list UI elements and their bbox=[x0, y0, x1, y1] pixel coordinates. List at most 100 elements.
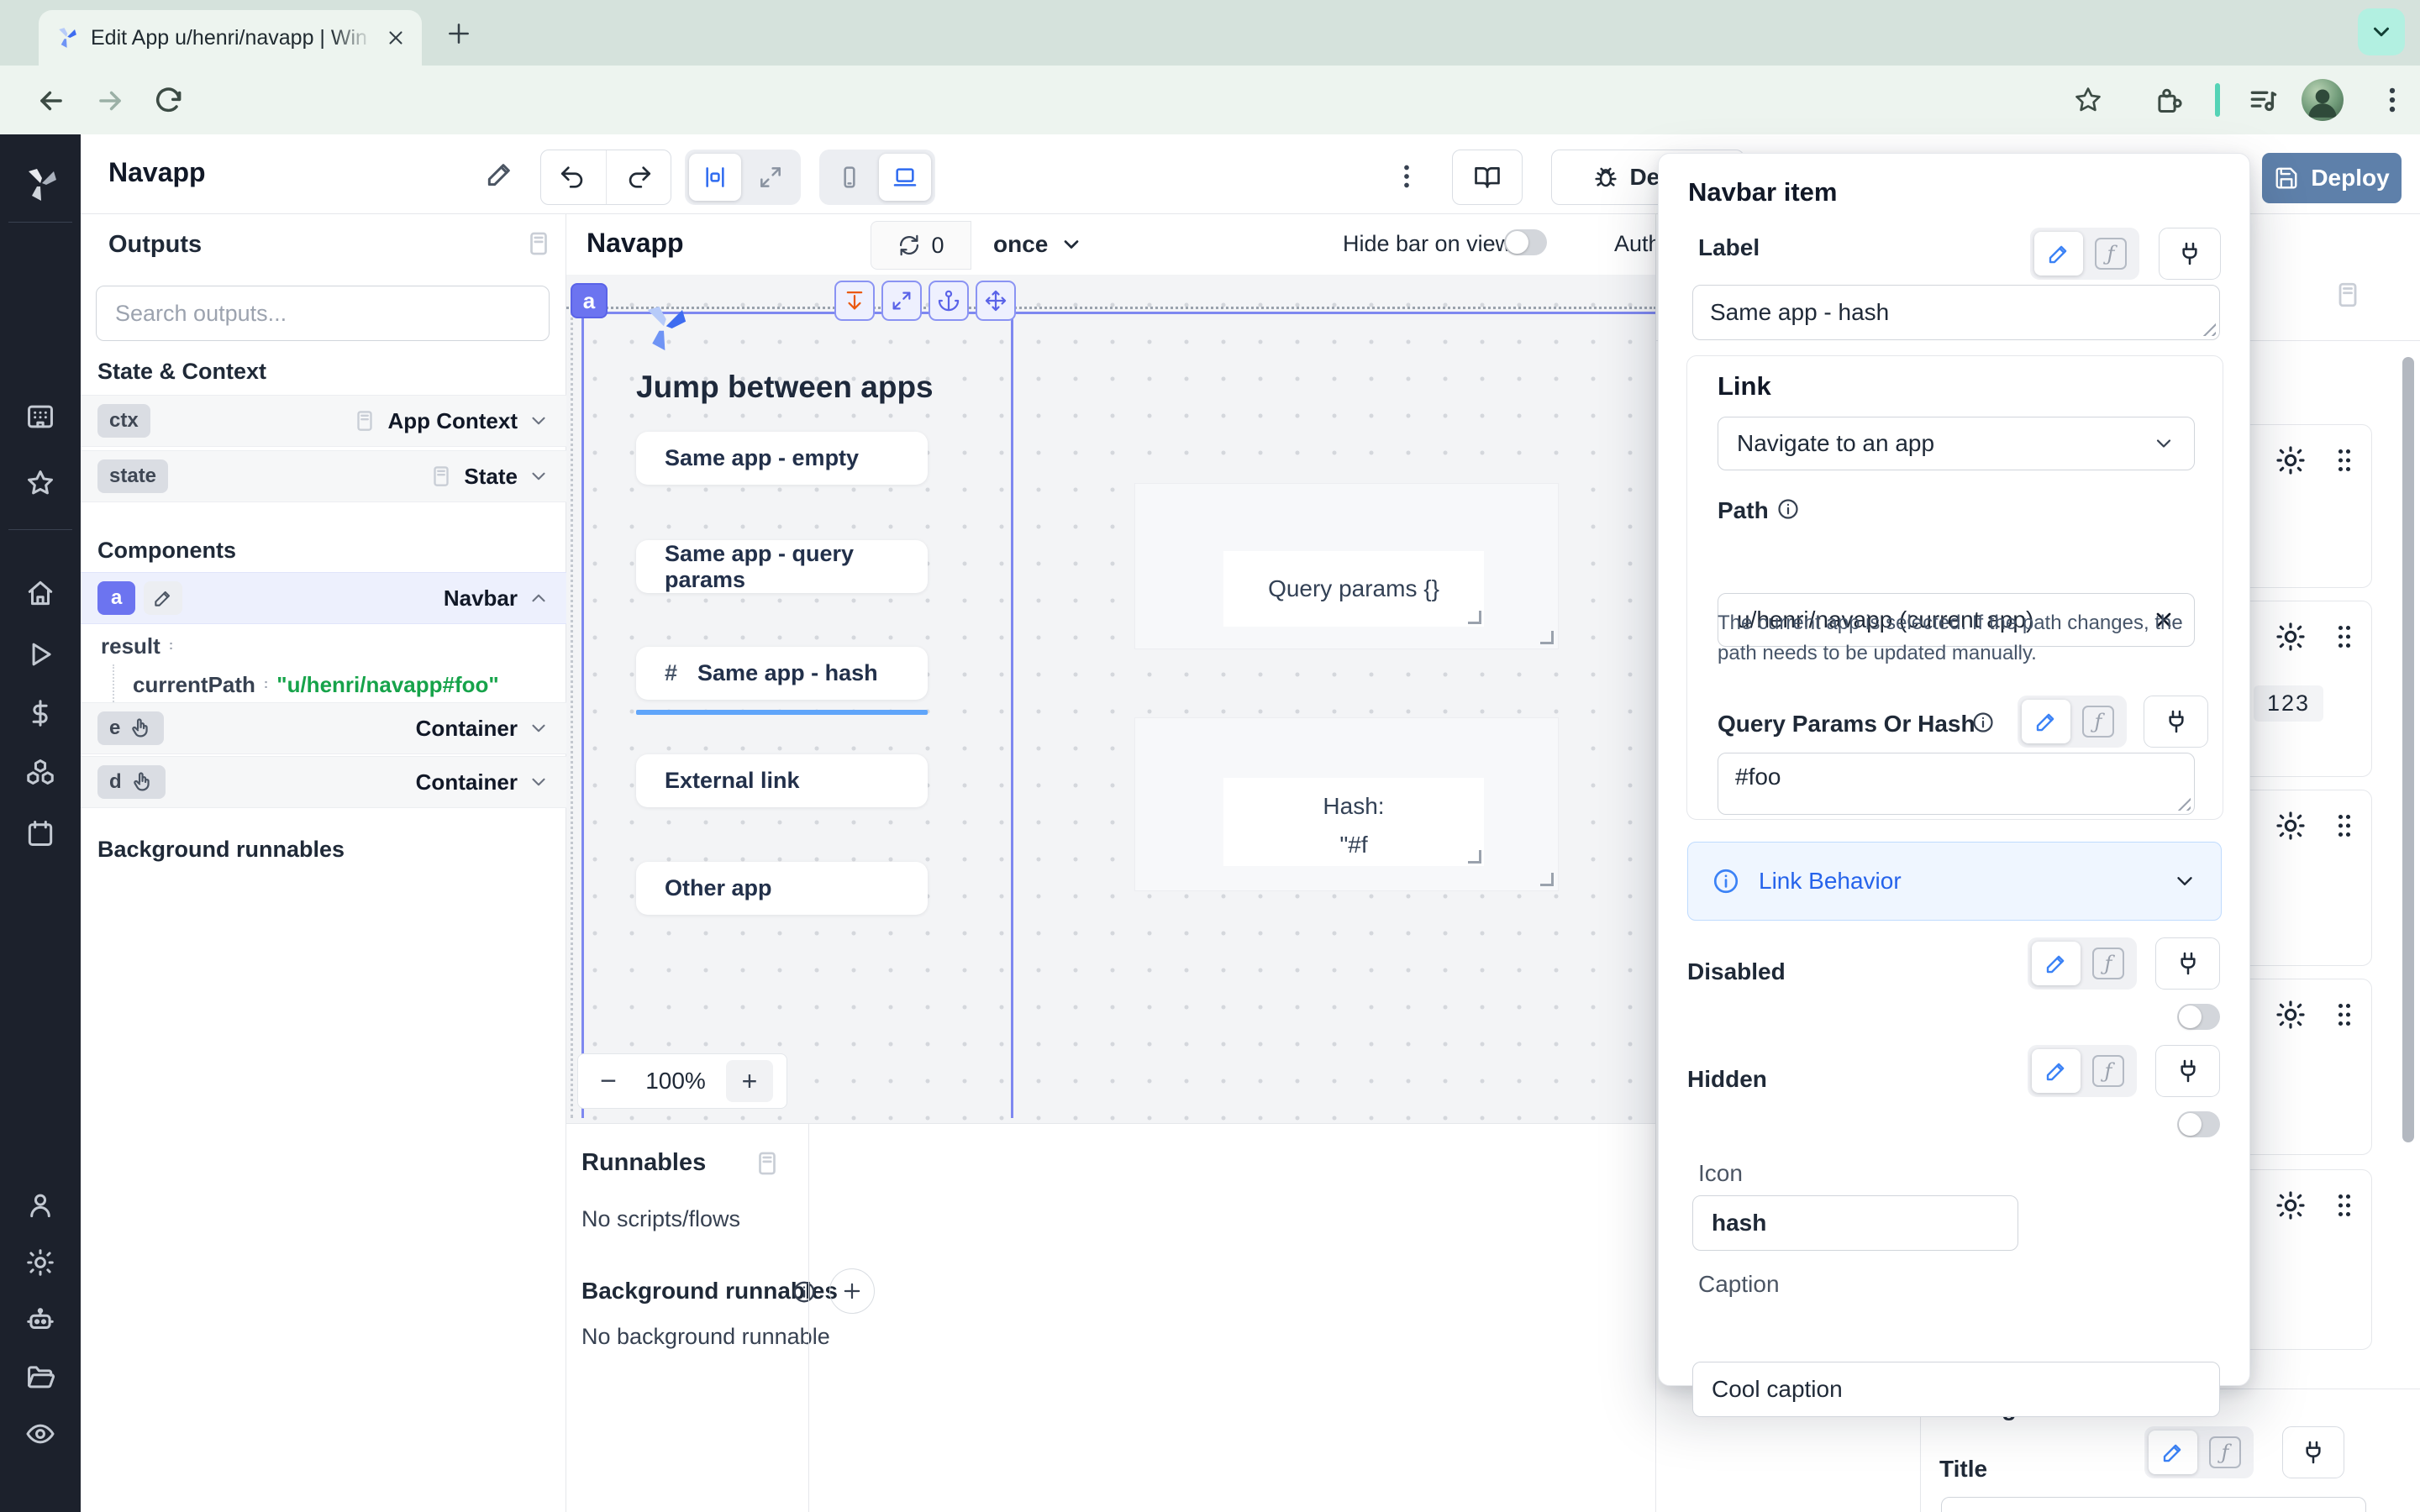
rename-pencil-button[interactable] bbox=[144, 581, 182, 615]
refresh-count-box[interactable]: 0 bbox=[871, 221, 971, 270]
container-e-preview[interactable]: Query params {} bbox=[1134, 483, 1559, 649]
chevron-down-icon[interactable] bbox=[528, 410, 550, 432]
resize-handle[interactable] bbox=[1540, 873, 1554, 886]
query-params-textarea[interactable]: #foo bbox=[1718, 753, 2195, 815]
drag-handle-icon[interactable] bbox=[2329, 1190, 2360, 1221]
expand-down-button[interactable] bbox=[834, 281, 875, 321]
back-icon[interactable] bbox=[35, 85, 67, 117]
profile-avatar[interactable] bbox=[2302, 79, 2344, 121]
anchor-component-button[interactable] bbox=[929, 281, 969, 321]
bookmark-star-icon[interactable] bbox=[2072, 84, 2104, 116]
windmill-logo-icon[interactable] bbox=[20, 165, 60, 205]
settings-gear-icon[interactable] bbox=[24, 1247, 56, 1278]
run-mode-dropdown[interactable]: once bbox=[993, 221, 1083, 268]
fullscreen-button[interactable] bbox=[744, 154, 797, 201]
static-pencil-button[interactable] bbox=[2149, 1431, 2197, 1474]
link-type-select[interactable]: Navigate to an app bbox=[1718, 417, 2195, 470]
title-input[interactable]: Jump between apps bbox=[1941, 1497, 2366, 1512]
function-mode-button[interactable]: ƒ bbox=[2086, 232, 2135, 276]
caption-input[interactable]: Cool caption bbox=[1692, 1362, 2220, 1417]
static-pencil-button[interactable] bbox=[2032, 1049, 2081, 1093]
undo-button[interactable] bbox=[541, 163, 606, 192]
forward-icon[interactable] bbox=[94, 85, 126, 117]
connect-plug-button[interactable] bbox=[2282, 1426, 2344, 1478]
panel-doc-icon[interactable] bbox=[524, 229, 553, 258]
item-settings-gear-icon[interactable] bbox=[2274, 998, 2307, 1032]
add-background-runnable-button[interactable] bbox=[829, 1268, 875, 1314]
panel-doc-icon[interactable] bbox=[2333, 280, 2363, 310]
favorites-star-icon[interactable] bbox=[24, 467, 56, 499]
link-behavior-collapsible[interactable]: Link Behavior bbox=[1687, 842, 2222, 921]
drag-handle-icon[interactable] bbox=[2329, 445, 2360, 475]
nav-item-same-app-hash[interactable]: # Same app - hash bbox=[636, 647, 928, 700]
function-mode-button[interactable]: ƒ bbox=[2201, 1431, 2249, 1474]
component-row-container-d[interactable]: d Container bbox=[81, 756, 566, 808]
query-params-text-component[interactable]: Query params {} bbox=[1223, 551, 1484, 627]
nav-item-external-link[interactable]: External link bbox=[636, 754, 928, 807]
mobile-preview-button[interactable] bbox=[823, 154, 876, 201]
more-options-kebab-icon[interactable] bbox=[1392, 161, 1422, 192]
expand-component-button[interactable] bbox=[881, 281, 922, 321]
hash-text-component[interactable]: Hash: "#f bbox=[1223, 778, 1484, 866]
static-pencil-button[interactable] bbox=[2032, 942, 2081, 985]
function-mode-button[interactable]: ƒ bbox=[2084, 1049, 2133, 1093]
new-tab-icon[interactable] bbox=[445, 20, 472, 47]
output-row-state[interactable]: state State bbox=[81, 450, 566, 502]
item-settings-gear-icon[interactable] bbox=[2274, 809, 2307, 843]
hidden-toggle[interactable] bbox=[2177, 1111, 2220, 1137]
chevron-down-icon[interactable] bbox=[528, 717, 550, 739]
connect-plug-button[interactable] bbox=[2155, 1045, 2220, 1097]
selection-border-right[interactable] bbox=[1011, 312, 1013, 1118]
docs-book-button[interactable] bbox=[1452, 150, 1523, 205]
move-component-button[interactable] bbox=[976, 281, 1016, 321]
drag-handle-icon[interactable] bbox=[2329, 1000, 2360, 1030]
reload-icon[interactable] bbox=[153, 85, 185, 117]
center-align-button[interactable] bbox=[689, 154, 741, 201]
item-settings-gear-icon[interactable] bbox=[2274, 444, 2307, 477]
component-row-container-e[interactable]: e Container bbox=[81, 702, 566, 754]
panel-scrollbar[interactable] bbox=[2402, 357, 2414, 1142]
tab-search-button[interactable] bbox=[2358, 8, 2405, 55]
static-pencil-button[interactable] bbox=[2034, 232, 2083, 276]
resize-handle[interactable] bbox=[1540, 631, 1554, 644]
container-d-preview[interactable]: Hash: "#f bbox=[1134, 717, 1559, 891]
connect-plug-button[interactable] bbox=[2144, 696, 2208, 748]
audit-eye-icon[interactable] bbox=[24, 1418, 56, 1450]
function-mode-button[interactable]: ƒ bbox=[2084, 942, 2133, 985]
component-row-navbar[interactable]: a Navbar bbox=[81, 572, 566, 624]
zoom-in-button[interactable]: + bbox=[726, 1060, 773, 1102]
item-settings-gear-icon[interactable] bbox=[2274, 1189, 2307, 1222]
panel-doc-icon[interactable] bbox=[753, 1149, 781, 1178]
resize-handle[interactable] bbox=[1468, 850, 1481, 864]
resize-handle[interactable] bbox=[1468, 611, 1481, 624]
nav-item-query-params[interactable]: Same app - query params bbox=[636, 540, 928, 593]
icon-input[interactable]: hash bbox=[1692, 1195, 2018, 1251]
redo-button[interactable] bbox=[607, 163, 671, 192]
item-settings-gear-icon[interactable] bbox=[2274, 620, 2307, 654]
workspace-icon[interactable] bbox=[24, 401, 56, 433]
zoom-out-button[interactable]: − bbox=[592, 1065, 625, 1098]
home-icon[interactable] bbox=[24, 577, 56, 609]
browser-menu-kebab-icon[interactable] bbox=[2376, 84, 2408, 116]
canvas-surface[interactable]: a Jump between apps Same app - empty Sam… bbox=[566, 275, 1656, 1123]
workers-robot-icon[interactable] bbox=[24, 1304, 56, 1336]
static-pencil-button[interactable] bbox=[2022, 700, 2070, 743]
chevron-down-icon[interactable] bbox=[528, 465, 550, 487]
edit-title-pencil-icon[interactable] bbox=[484, 158, 516, 190]
desktop-preview-button[interactable] bbox=[879, 154, 931, 201]
users-person-icon[interactable] bbox=[24, 1189, 56, 1221]
runs-play-icon[interactable] bbox=[24, 638, 56, 670]
disabled-toggle[interactable] bbox=[2177, 1004, 2220, 1030]
connect-plug-button[interactable] bbox=[2159, 228, 2221, 280]
deploy-button[interactable]: Deploy bbox=[2262, 153, 2402, 203]
chevron-down-icon[interactable] bbox=[528, 771, 550, 793]
schedules-calendar-icon[interactable] bbox=[24, 817, 56, 849]
nav-item-same-app-empty[interactable]: Same app - empty bbox=[636, 432, 928, 485]
label-textarea[interactable]: Same app - hash bbox=[1692, 285, 2220, 340]
variables-dollar-icon[interactable] bbox=[24, 697, 56, 729]
drag-handle-icon[interactable] bbox=[2329, 622, 2360, 652]
drag-handle-icon[interactable] bbox=[2329, 811, 2360, 841]
resources-boxes-icon[interactable] bbox=[24, 756, 56, 788]
selected-component-tag[interactable]: a bbox=[571, 283, 608, 318]
row-resize-dotted-guide[interactable] bbox=[566, 307, 1656, 309]
